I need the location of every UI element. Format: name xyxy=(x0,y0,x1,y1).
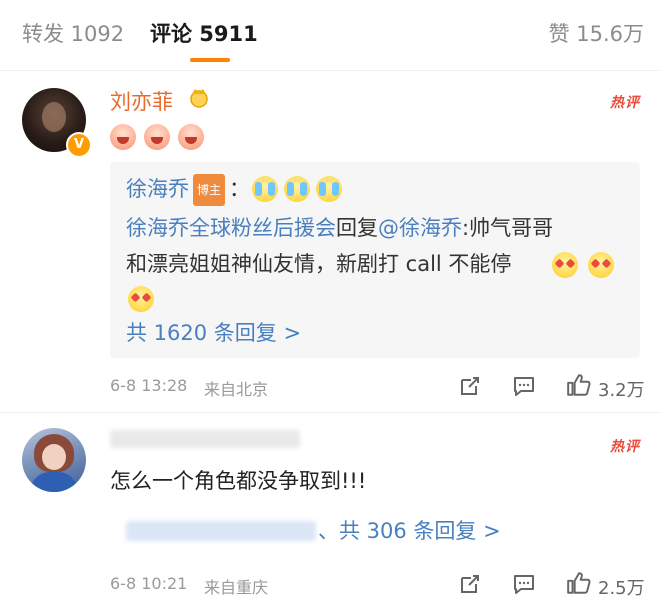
comment-source: 来自重庆 xyxy=(204,578,269,597)
comment-source: 来自北京 xyxy=(204,380,269,399)
reply-word: 回复 xyxy=(336,216,378,240)
reply-line-3: 和漂亮姐姐神仙友情，新剧打 call 不能停 xyxy=(126,252,512,276)
reply-text: :帅气哥哥 xyxy=(462,216,554,240)
laughing-emoji-icon xyxy=(110,124,136,150)
comment-text: 怎么一个角色都没争取到!!! xyxy=(110,469,367,493)
hot-comment-badge: 热评 xyxy=(610,439,640,455)
avatar[interactable] xyxy=(22,428,86,492)
laughing-emoji-icon xyxy=(144,124,170,150)
tab-repost[interactable]: 转发 1092 xyxy=(22,18,124,48)
mention-link[interactable]: @徐海乔 xyxy=(378,216,462,240)
divider xyxy=(0,70,660,71)
laughing-emoji-icon xyxy=(178,124,204,150)
like-count: 3.2万 xyxy=(598,380,645,401)
blurred-username xyxy=(110,430,300,448)
comment-icon[interactable] xyxy=(512,572,536,596)
like-count: 2.5万 xyxy=(598,578,645,599)
reply-colon: ： xyxy=(229,177,251,201)
crying-emoji-icon xyxy=(284,176,310,202)
blurred-reply-authors xyxy=(126,521,316,541)
view-all-replies-link[interactable]: 共 1620 条回复 > xyxy=(126,318,301,348)
love-emoji-icon xyxy=(552,252,578,278)
reply-line-2: 徐海乔全球粉丝后援会回复@徐海乔:帅气哥哥 xyxy=(126,213,553,243)
crying-emoji-icon xyxy=(252,176,278,202)
share-icon[interactable] xyxy=(458,374,482,398)
thumbs-up-icon[interactable] xyxy=(566,570,592,596)
share-icon[interactable] xyxy=(458,572,482,596)
reply-author[interactable]: 徐海乔全球粉丝后援会 xyxy=(126,216,336,240)
comment-time: 6-8 13:28 xyxy=(110,376,188,395)
verified-badge-icon: V xyxy=(66,132,92,158)
comment-username[interactable]: 刘亦菲 xyxy=(110,86,173,116)
comment-time: 6-8 10:21 xyxy=(110,574,188,593)
crying-emoji-icon xyxy=(316,176,342,202)
love-emoji-icon xyxy=(128,286,154,312)
comment-icon[interactable] xyxy=(512,374,536,398)
love-emoji-icon xyxy=(588,252,614,278)
active-tab-indicator xyxy=(190,58,230,62)
tab-comments[interactable]: 评论 5911 xyxy=(150,18,258,48)
vip-crown-icon xyxy=(190,89,208,108)
reply-author[interactable]: 徐海乔 xyxy=(126,177,189,201)
divider xyxy=(0,412,660,413)
comment-tabs: 转发 1092 评论 5911 赞 15.6万 xyxy=(0,0,660,66)
view-all-replies-link[interactable]: 、共 306 条回复 > xyxy=(318,516,501,546)
reply-line-1: 徐海乔 博主： xyxy=(126,174,250,206)
hot-comment-badge: 热评 xyxy=(610,95,640,111)
tab-likes[interactable]: 赞 15.6万 xyxy=(549,18,644,48)
thumbs-up-icon[interactable] xyxy=(566,372,592,398)
blogger-tag: 博主 xyxy=(193,174,226,206)
